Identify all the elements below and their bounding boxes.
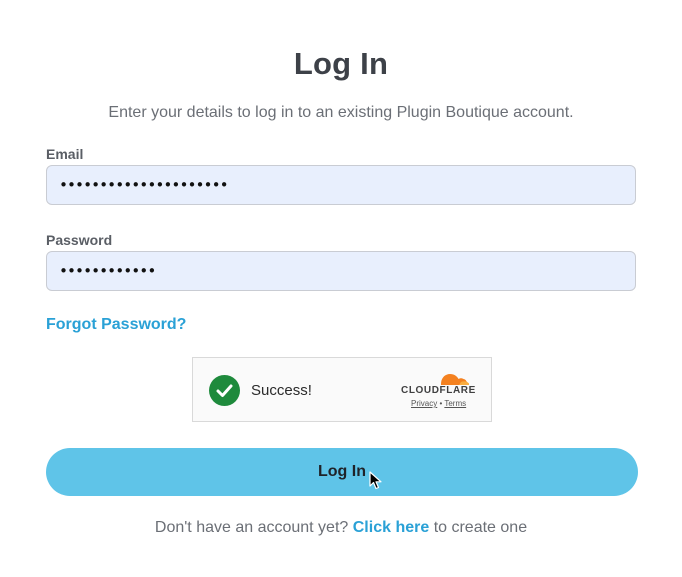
cloudflare-captcha-widget[interactable]: Success! CLOUDFLARE Privacy • Terms: [192, 357, 492, 422]
signup-prompt: Don't have an account yet? Click here to…: [0, 519, 682, 537]
mouse-cursor-icon: [369, 471, 382, 490]
page-title: Log In: [293, 46, 389, 81]
cloudflare-logo-text: CLOUDFLARE: [401, 385, 476, 396]
email-field[interactable]: [46, 165, 636, 205]
forgot-password-link[interactable]: Forgot Password?: [46, 316, 186, 334]
page-subtitle: Enter your details to log in to an exist…: [108, 104, 574, 121]
signup-suffix: to create one: [433, 519, 528, 536]
login-button[interactable]: Log In: [46, 448, 638, 496]
email-label: Email: [46, 146, 84, 162]
privacy-link[interactable]: Privacy: [411, 399, 437, 408]
captcha-links: Privacy • Terms: [411, 399, 466, 408]
captcha-status: Success!: [251, 382, 312, 399]
password-field[interactable]: [46, 251, 636, 291]
signup-prefix: Don't have an account yet?: [154, 519, 349, 536]
password-label: Password: [46, 232, 113, 248]
login-page: Log In Enter your details to log in to a…: [0, 0, 682, 577]
success-check-icon: [209, 375, 240, 406]
terms-link[interactable]: Terms: [444, 399, 466, 408]
links-separator: •: [439, 399, 443, 408]
signup-link[interactable]: Click here: [353, 519, 429, 536]
